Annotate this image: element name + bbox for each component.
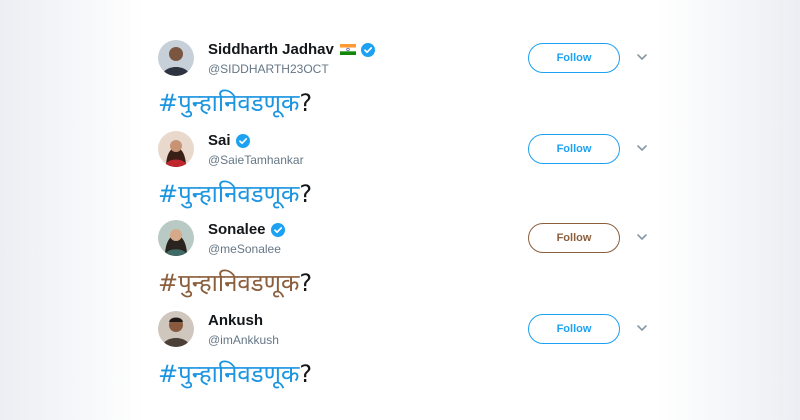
avatar[interactable] bbox=[158, 40, 194, 76]
display-name-row: Siddharth Jadhav bbox=[208, 41, 375, 58]
tweet-text-suffix: ? bbox=[299, 180, 313, 208]
avatar[interactable] bbox=[158, 131, 194, 167]
tweet-text-suffix: ? bbox=[299, 360, 313, 388]
display-name[interactable]: Siddharth Jadhav bbox=[208, 41, 334, 58]
follow-button[interactable]: Follow bbox=[528, 43, 620, 73]
tweet-card: Siddharth Jadhav @SIDDHARTH23OCT Follow … bbox=[158, 40, 658, 128]
verified-badge-icon bbox=[270, 222, 285, 237]
user-handle[interactable]: @SaieTamhankar bbox=[208, 153, 304, 167]
avatar[interactable] bbox=[158, 311, 194, 347]
chevron-down-icon[interactable] bbox=[635, 141, 649, 155]
hashtag-link[interactable]: #पुन्हानिवडणूक bbox=[158, 89, 299, 117]
india-flag-icon bbox=[339, 44, 356, 55]
user-handle[interactable]: @imAnkkush bbox=[208, 333, 279, 347]
tweet-text: #पुन्हानिवडणूक? bbox=[158, 357, 312, 390]
display-name-row: Sai bbox=[208, 132, 250, 149]
display-name-row: Sonalee bbox=[208, 221, 285, 238]
user-handle[interactable]: @SIDDHARTH23OCT bbox=[208, 62, 329, 76]
follow-button[interactable]: Follow bbox=[528, 223, 620, 253]
hashtag-link[interactable]: #पुन्हानिवडणूक bbox=[158, 269, 299, 297]
display-name[interactable]: Sonalee bbox=[208, 221, 266, 238]
verified-badge-icon bbox=[360, 42, 375, 57]
tweet-card: Sonalee @meSonalee Follow #पुन्हानिवडणूक… bbox=[158, 220, 658, 308]
tweet-text: #पुन्हानिवडणूक? bbox=[158, 177, 312, 210]
display-name[interactable]: Ankush bbox=[208, 312, 263, 329]
chevron-down-icon[interactable] bbox=[635, 230, 649, 244]
tweet-card: Sai @SaieTamhankar Follow #पुन्हानिवडणूक… bbox=[158, 131, 658, 219]
hashtag-link[interactable]: #पुन्हानिवडणूक bbox=[158, 180, 299, 208]
tweet-card: Ankush @imAnkkush Follow #पुन्हानिवडणूक? bbox=[158, 311, 658, 399]
user-handle[interactable]: @meSonalee bbox=[208, 242, 281, 256]
hashtag-link[interactable]: #पुन्हानिवडणूक bbox=[158, 360, 299, 388]
chevron-down-icon[interactable] bbox=[635, 50, 649, 64]
avatar[interactable] bbox=[158, 220, 194, 256]
chevron-down-icon[interactable] bbox=[635, 321, 649, 335]
display-name[interactable]: Sai bbox=[208, 132, 231, 149]
tweet-text-suffix: ? bbox=[299, 269, 313, 297]
display-name-row: Ankush bbox=[208, 312, 263, 329]
follow-button[interactable]: Follow bbox=[528, 314, 620, 344]
tweet-text: #पुन्हानिवडणूक? bbox=[158, 266, 312, 299]
verified-badge-icon bbox=[235, 133, 250, 148]
follow-button[interactable]: Follow bbox=[528, 134, 620, 164]
tweet-text-suffix: ? bbox=[299, 89, 313, 117]
tweet-text: #पुन्हानिवडणूक? bbox=[158, 86, 312, 119]
